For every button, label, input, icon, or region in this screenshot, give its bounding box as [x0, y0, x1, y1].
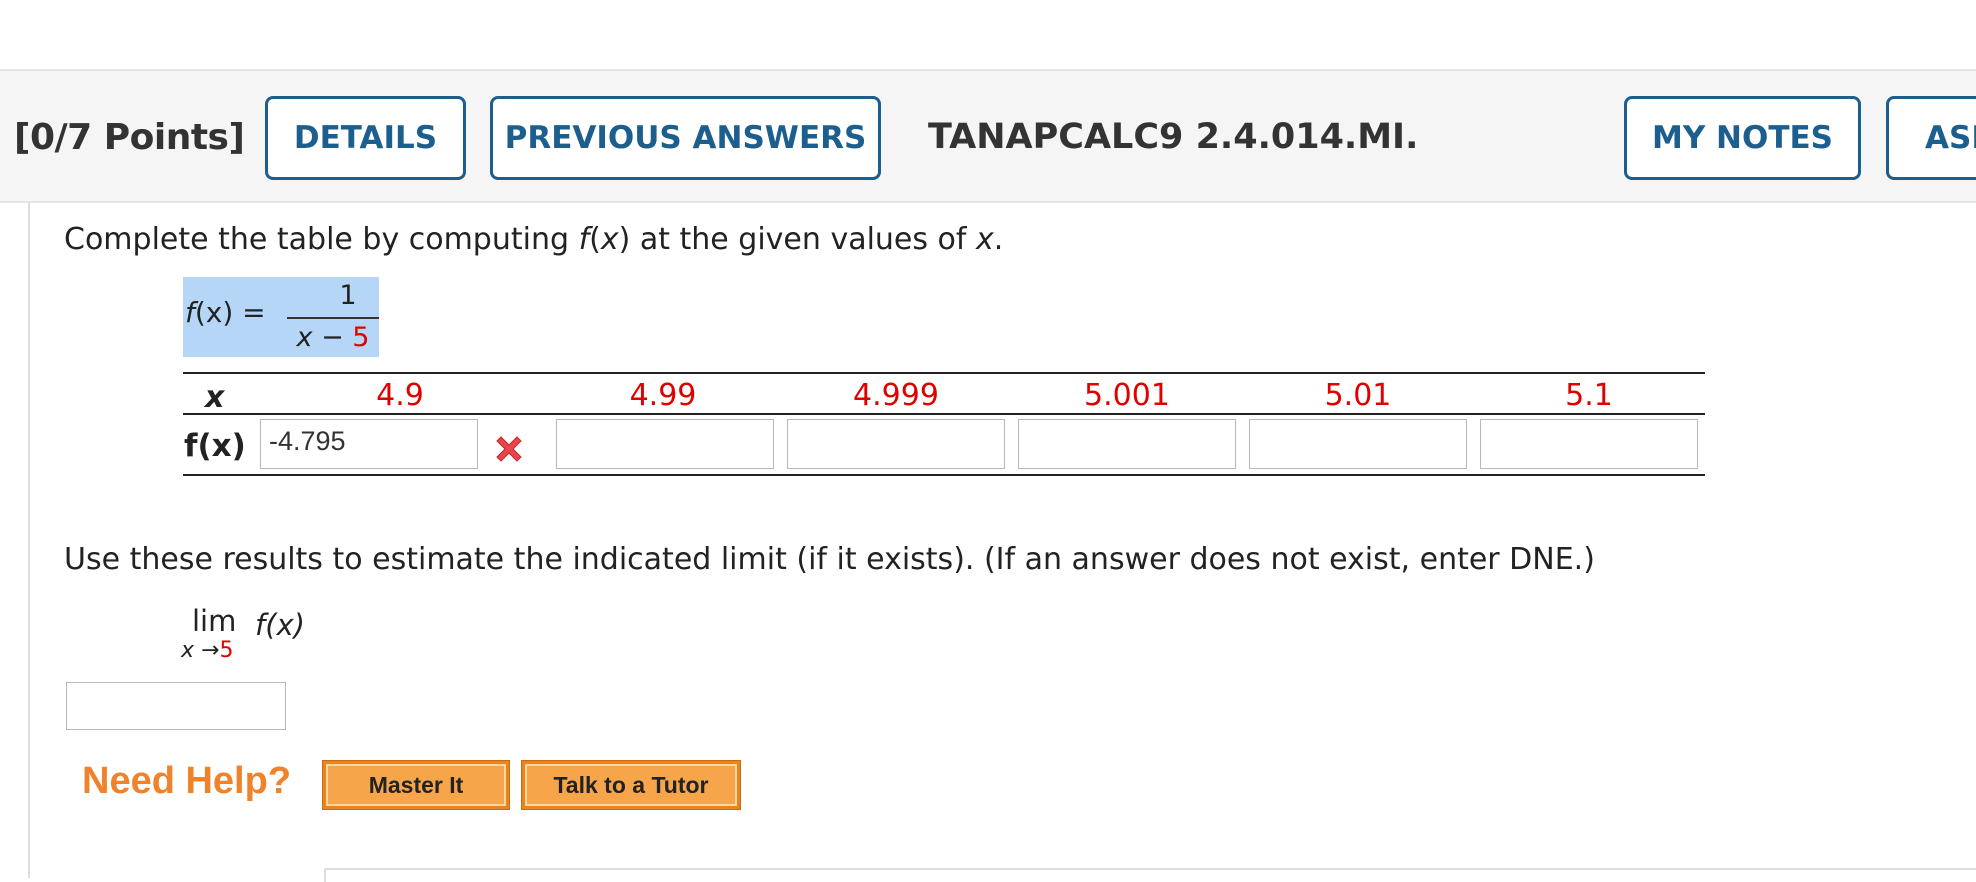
ask-button[interactable]: ASK: [1886, 96, 1976, 180]
details-button[interactable]: DETAILS: [265, 96, 466, 180]
table-mid-rule: [183, 413, 1705, 415]
table-fx-header: f(x): [184, 428, 246, 464]
need-help-label: Need Help?: [82, 760, 292, 802]
talk-to-tutor-button[interactable]: Talk to a Tutor: [521, 760, 741, 810]
limit-answer-input[interactable]: [66, 682, 286, 730]
points-label: [0/7 Points]: [14, 117, 245, 158]
x-value-cell: 5.001: [1084, 378, 1170, 413]
table-bottom-rule: [183, 474, 1705, 476]
incorrect-x-icon: [496, 436, 522, 462]
x-value-cell: 4.99: [629, 378, 697, 413]
table-top-rule: [183, 372, 1705, 374]
x-value-cell: 4.9: [376, 378, 424, 413]
x-value-cell: 4.999: [853, 378, 939, 413]
limit-operator: lim: [192, 604, 237, 638]
limit-function: f(x): [255, 608, 305, 642]
my-notes-button[interactable]: MY NOTES: [1624, 96, 1861, 180]
question-prompt: Complete the table by computing f(x) at …: [64, 222, 1004, 257]
fx-answer-input[interactable]: -4.795: [260, 419, 478, 469]
next-section-box: [324, 868, 1976, 882]
table-x-header: x: [205, 380, 225, 415]
master-it-button[interactable]: Master It: [322, 760, 510, 810]
fx-answer-input[interactable]: [1018, 419, 1236, 469]
function-formula: f(x) = 1 x − 5: [183, 277, 379, 357]
formula-lhs: f(x) =: [185, 296, 266, 329]
fx-answer-input[interactable]: [1249, 419, 1467, 469]
limit-prompt: Use these results to estimate the indica…: [64, 542, 1595, 577]
limit-subscript: x →5: [181, 638, 234, 663]
previous-answers-button[interactable]: PREVIOUS ANSWERS: [490, 96, 881, 180]
formula-denominator: x − 5: [296, 322, 370, 353]
fx-answer-input[interactable]: [556, 419, 774, 469]
question-id: TANAPCALC9 2.4.014.MI.: [928, 117, 1419, 157]
formula-numerator: 1: [339, 280, 357, 311]
fraction-bar: [287, 317, 379, 319]
x-value-cell: 5.01: [1324, 378, 1392, 413]
left-divider: [28, 203, 30, 878]
question-header: [0/7 Points] DETAILS PREVIOUS ANSWERS TA…: [0, 69, 1976, 203]
x-value-cell: 5.1: [1565, 378, 1613, 413]
fx-answer-input[interactable]: [1480, 419, 1698, 469]
fx-answer-input[interactable]: [787, 419, 1005, 469]
